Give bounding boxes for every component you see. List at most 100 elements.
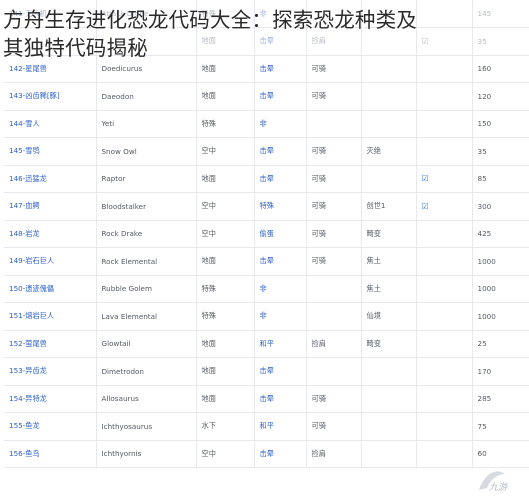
cell-dino-name[interactable]: 146-迅猛龙 (4, 165, 97, 193)
cell-value: 60 (472, 440, 529, 468)
cell-tame-method[interactable]: 击晕 (254, 247, 307, 276)
cell-dino-name[interactable]: 151-熔岩巨人 (4, 302, 97, 331)
cell-breed-check (416, 247, 473, 276)
cell-value: 85 (472, 165, 529, 193)
cell-tame-method[interactable]: 击晕 (254, 165, 307, 193)
cell-value: 1000 (472, 275, 529, 303)
cell-english-name: Allosaurus (96, 385, 197, 413)
cell-value: 25 (472, 330, 529, 358)
dino-code-table: 141-无人机 Attack Drone 特殊非 145 地面 击晕 捡肩 ☑ 35 142-星尾… (4, 0, 529, 468)
cell-dino-name[interactable]: 153-异齿龙 (4, 357, 97, 386)
cell-environment: 地面 (196, 165, 255, 193)
cell-tame-method[interactable]: 击晕 (254, 137, 307, 166)
cell-ride-type: 可骑 (306, 385, 362, 413)
cell-map-source (361, 440, 417, 468)
cell-ride-type: 可骑 (306, 137, 362, 166)
cell-ride-type: 可骑 (306, 165, 362, 193)
cell-breed-check (416, 385, 473, 413)
cell-ride-type: 可骑 (306, 220, 362, 248)
cell-ride-type: 可骑 (306, 247, 362, 276)
cell-map-source: 畸变 (361, 330, 417, 358)
cell-dino-name[interactable]: 154-异特龙 (4, 385, 97, 413)
cell-ride-type (306, 357, 362, 386)
cell-english-name: Rock Elemental (96, 247, 197, 276)
cell-map-source: 仙境 (361, 302, 417, 331)
table-row: 151-熔岩巨人 Lava Elemental 特殊非 仙境 1000 (4, 302, 529, 331)
cell-environment: 特殊 (196, 275, 255, 303)
cell-environment: 地面 (196, 385, 255, 413)
cell-dino-name[interactable]: 155-鱼龙 (4, 412, 97, 441)
cell-tame-method[interactable]: 和平 (254, 330, 307, 358)
cell-english-name: Yeti (96, 110, 197, 138)
cell-value: 35 (472, 137, 529, 166)
cell-dino-name[interactable]: 149-岩石巨人 (4, 247, 97, 276)
cell-tame-method[interactable]: 非 (254, 110, 307, 138)
cell-value: 1000 (472, 302, 529, 331)
table-row: 154-异特龙 Allosaurus 地面 击晕 可骑 285 (4, 385, 529, 413)
cell-breed-check (416, 82, 473, 111)
cell-dino-name[interactable]: 143-凶齿豨[豚] (4, 82, 97, 111)
table-row: 147-血鳄 Bloodstalker 空中 特殊 可骑 创世1 ☑ 300 (4, 192, 529, 221)
cell-environment: 空中 (196, 192, 255, 221)
cell-tame-method[interactable]: 击晕 (254, 357, 307, 386)
cell-value: 285 (472, 385, 529, 413)
cell-breed-check (416, 330, 473, 358)
table-row: 146-迅猛龙 Raptor 地面 击晕 可骑 ☑ 85 (4, 165, 529, 193)
watermark-text: 九游 (489, 483, 508, 493)
cell-environment: 地面 (196, 247, 255, 276)
cell-map-source (361, 82, 417, 111)
title-line-2: 其独特代码揭秘 (3, 36, 148, 60)
cell-environment: 空中 (196, 440, 255, 468)
cell-dino-name[interactable]: 147-血鳄 (4, 192, 97, 221)
cell-map-source: 焦土 (361, 275, 417, 303)
table-row: 148-岩龙 Rock Drake 空中 偷蛋 可骑 畸变 425 (4, 220, 529, 248)
cell-tame-method[interactable]: 击晕 (254, 385, 307, 413)
cell-english-name: Rock Drake (96, 220, 197, 248)
cell-breed-check (416, 357, 473, 386)
cell-english-name: Daeodon (96, 82, 197, 111)
cell-english-name: Raptor (96, 165, 197, 193)
cell-dino-name[interactable]: 144-雪人 (4, 110, 97, 138)
cell-map-source (361, 385, 417, 413)
cell-map-source (361, 357, 417, 386)
article-title-overlay: 方舟生存进化恐龙代码大全：探索恐龙种类及 其独特代码揭秘 (3, 6, 529, 62)
cell-tame-method[interactable]: 非 (254, 302, 307, 331)
cell-dino-name[interactable]: 150-遗迹傀儡 (4, 275, 97, 303)
cell-breed-check: ☑ (416, 165, 473, 193)
cell-breed-check (416, 302, 473, 331)
cell-value: 75 (472, 412, 529, 441)
cell-environment: 空中 (196, 137, 255, 166)
cell-map-source (361, 165, 417, 193)
table-row: 155-鱼龙 Ichthyosaurus 水下 和平 可骑 75 (4, 412, 529, 441)
table-row: 150-遗迹傀儡 Rubble Golem 特殊非 焦土 1000 (4, 275, 529, 303)
cell-english-name: Snow Owl (96, 137, 197, 166)
cell-tame-method[interactable]: 偷蛋 (254, 220, 307, 248)
cell-tame-method[interactable]: 特殊 (254, 192, 307, 221)
table-row: 145-雪鸮 Snow Owl 空中 击晕 可骑 灭绝 35 (4, 137, 529, 166)
cell-breed-check (416, 137, 473, 166)
cell-english-name: Glowtail (96, 330, 197, 358)
cell-tame-method[interactable]: 和平 (254, 412, 307, 441)
cell-ride-type: 可骑 (306, 82, 362, 111)
cell-tame-method[interactable]: 非 (254, 275, 307, 303)
table-body: 141-无人机 Attack Drone 特殊非 145 地面 击晕 捡肩 ☑ 35 142-星尾… (4, 0, 529, 468)
cell-ride-type (306, 110, 362, 138)
cell-value: 150 (472, 110, 529, 138)
cell-ride-type (306, 302, 362, 331)
cell-english-name: Dimetrodon (96, 357, 197, 386)
cell-dino-name[interactable]: 152-萤尾兽 (4, 330, 97, 358)
title-line-1: 方舟生存进化恐龙代码大全：探索恐龙种类及 (3, 8, 417, 32)
cell-english-name: Bloodstalker (96, 192, 197, 221)
cell-dino-name[interactable]: 145-雪鸮 (4, 137, 97, 166)
cell-map-source: 焦土 (361, 247, 417, 276)
cell-map-source: 畸变 (361, 220, 417, 248)
cell-value: 1000 (472, 247, 529, 276)
cell-tame-method[interactable]: 击晕 (254, 440, 307, 468)
cell-dino-name[interactable]: 156-鱼鸟 (4, 440, 97, 468)
cell-tame-method[interactable]: 击晕 (254, 82, 307, 111)
cell-breed-check (416, 275, 473, 303)
cell-value: 170 (472, 357, 529, 386)
cell-dino-name[interactable]: 148-岩龙 (4, 220, 97, 248)
cell-environment: 特殊 (196, 110, 255, 138)
cell-environment: 水下 (196, 412, 255, 441)
